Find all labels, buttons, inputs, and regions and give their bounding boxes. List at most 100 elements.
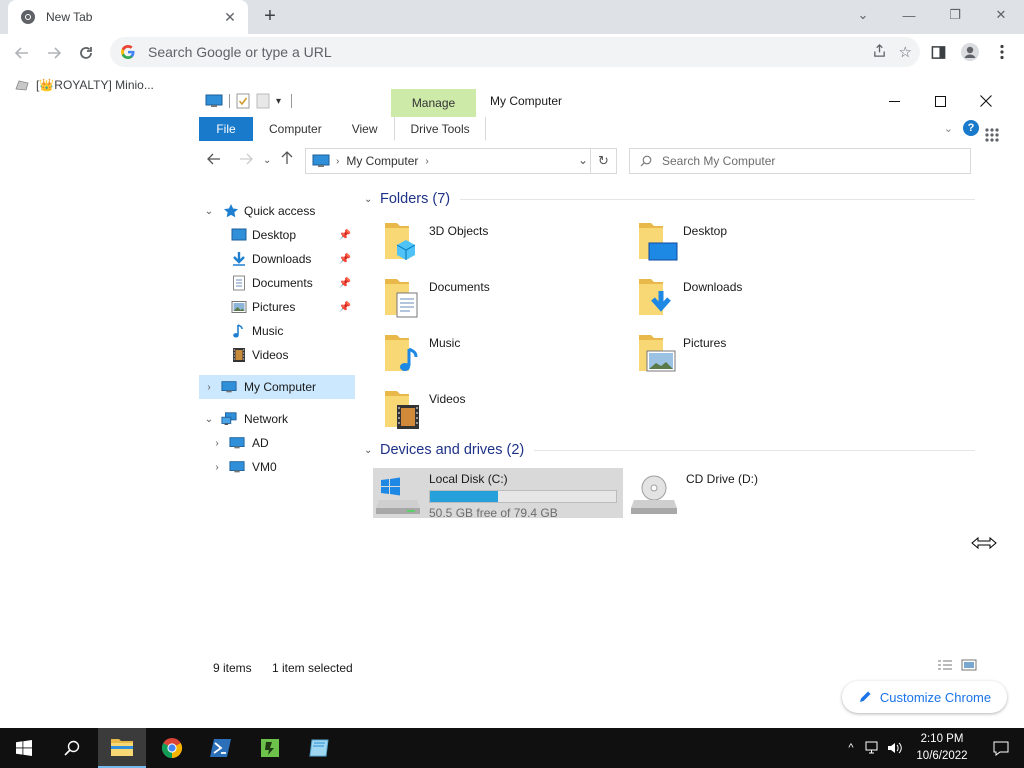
- sidebar-item-pictures[interactable]: Pictures 📌: [199, 295, 355, 319]
- pin-icon[interactable]: 📌: [339, 230, 351, 241]
- apps-grid-icon[interactable]: [985, 128, 999, 145]
- pin-icon[interactable]: 📌: [339, 254, 351, 265]
- start-button[interactable]: [0, 728, 48, 768]
- sidebar-item-network[interactable]: ⌄ Network: [199, 407, 355, 431]
- breadcrumb-chevron-icon[interactable]: ›: [425, 156, 428, 167]
- volume-icon[interactable]: [884, 741, 906, 755]
- collapse-chevron-icon[interactable]: ⌄: [203, 414, 215, 425]
- sidebar-item-ad[interactable]: › AD: [199, 431, 355, 455]
- minimize-icon[interactable]: [871, 87, 917, 115]
- folder-documents[interactable]: Documents: [364, 271, 604, 323]
- folder-pictures[interactable]: Pictures: [618, 327, 858, 379]
- expand-chevron-icon[interactable]: ›: [211, 438, 223, 449]
- help-icon[interactable]: ?: [963, 120, 979, 136]
- recent-locations-icon[interactable]: ⌄: [263, 155, 271, 166]
- sidebar-item-documents[interactable]: Documents 📌: [199, 271, 355, 295]
- close-icon[interactable]: [963, 87, 1009, 115]
- tab-computer[interactable]: Computer: [256, 117, 335, 141]
- collapse-chevron-icon[interactable]: ⌄: [203, 206, 215, 217]
- folder-videos[interactable]: Videos: [364, 383, 604, 435]
- sidebar-item-my-computer[interactable]: › My Computer: [199, 375, 355, 399]
- new-folder-icon[interactable]: [256, 93, 270, 109]
- close-icon[interactable]: ✕: [978, 0, 1024, 30]
- videos-folder-icon: [383, 387, 425, 431]
- folder-music[interactable]: Music: [364, 327, 604, 379]
- pin-icon[interactable]: 📌: [339, 278, 351, 289]
- minimize-icon[interactable]: —: [886, 0, 932, 30]
- collapse-chevron-icon[interactable]: ⌄: [364, 194, 380, 205]
- refresh-icon[interactable]: ↻: [590, 149, 616, 173]
- chrome-menu-icon[interactable]: [988, 38, 1016, 66]
- sidebar-item-quick-access[interactable]: ⌄ Quick access: [199, 199, 355, 223]
- forward-arrow-icon[interactable]: [38, 37, 70, 69]
- network-status-icon[interactable]: [862, 741, 884, 755]
- taskbar-file-explorer[interactable]: [98, 728, 146, 768]
- reload-icon[interactable]: [70, 37, 102, 69]
- collapse-chevron-icon[interactable]: ⌄: [364, 445, 380, 456]
- tab-search-icon[interactable]: ⌄: [840, 0, 886, 30]
- taskbar-app[interactable]: [295, 728, 343, 768]
- taskbar-search-button[interactable]: [48, 728, 96, 768]
- clock[interactable]: 2:10 PM 10/6/2022: [906, 731, 978, 765]
- restore-icon[interactable]: ❐: [932, 0, 978, 30]
- tab-file[interactable]: File: [199, 117, 253, 141]
- pencil-icon: [859, 691, 871, 702]
- drive-local-disk-c[interactable]: Local Disk (C:) 50.5 GB free of 79.4 GB: [373, 468, 623, 520]
- sidebar-item-downloads[interactable]: Downloads 📌: [199, 247, 355, 271]
- tab-close-icon[interactable]: ✕: [222, 9, 238, 25]
- omnibox[interactable]: Search Google or type a URL ☆: [110, 37, 920, 67]
- drive-name: Local Disk (C:): [429, 472, 508, 486]
- address-bar-row: ⌄ › My Computer › ⌄ ↻ Search My Computer: [199, 145, 1009, 177]
- qat-dropdown-icon[interactable]: ▾: [276, 96, 281, 107]
- sidebar-label: My Computer: [244, 380, 317, 394]
- pin-icon[interactable]: 📌: [339, 302, 351, 313]
- tab-view[interactable]: View: [339, 117, 391, 141]
- bookmark-royalty[interactable]: [👑ROYALTY] Minio...: [14, 78, 154, 92]
- forward-arrow-icon[interactable]: [239, 152, 253, 169]
- sidebar-item-desktop[interactable]: Desktop 📌: [199, 223, 355, 247]
- show-hidden-icons-icon[interactable]: ^: [840, 742, 862, 754]
- properties-check-icon[interactable]: [236, 93, 250, 109]
- side-panel-icon[interactable]: [924, 38, 952, 66]
- up-arrow-icon[interactable]: [281, 151, 293, 169]
- folder-downloads[interactable]: Downloads: [618, 271, 858, 323]
- back-arrow-icon[interactable]: [6, 37, 38, 69]
- customize-chrome-button[interactable]: Customize Chrome: [842, 681, 1007, 713]
- large-icons-view-icon[interactable]: [961, 659, 977, 674]
- new-tab-button[interactable]: +: [259, 6, 281, 28]
- clock-date: 10/6/2022: [916, 750, 968, 762]
- share-icon[interactable]: [872, 43, 887, 62]
- taskbar-green-app[interactable]: [246, 728, 294, 768]
- address-dropdown-icon[interactable]: ⌄: [578, 153, 588, 167]
- action-center-icon[interactable]: [978, 740, 1024, 756]
- tab-new-tab[interactable]: New Tab ✕: [8, 0, 248, 34]
- taskbar-powershell[interactable]: [197, 728, 245, 768]
- back-arrow-icon[interactable]: [207, 152, 221, 169]
- search-input[interactable]: Search My Computer: [629, 148, 971, 174]
- window-title: My Computer: [490, 94, 563, 108]
- expand-chevron-icon[interactable]: ›: [211, 462, 223, 473]
- folder-3d-objects[interactable]: 3D Objects: [364, 215, 604, 267]
- folder-desktop[interactable]: Desktop: [618, 215, 858, 267]
- sidebar-item-vm0[interactable]: › VM0: [199, 455, 355, 479]
- taskbar-chrome[interactable]: [148, 728, 196, 768]
- breadcrumb-my-computer[interactable]: My Computer: [346, 154, 418, 168]
- disk-usage-fill: [430, 491, 498, 502]
- tab-drive-tools[interactable]: Drive Tools: [394, 117, 486, 141]
- expand-chevron-icon[interactable]: ›: [203, 382, 215, 393]
- sidebar-label: Quick access: [244, 204, 316, 218]
- folders-group-header[interactable]: ⌄ Folders (7): [364, 191, 975, 207]
- expand-ribbon-icon[interactable]: ⌄: [944, 122, 953, 135]
- maximize-icon[interactable]: [917, 87, 963, 115]
- drive-cd-d[interactable]: CD Drive (D:): [630, 468, 830, 518]
- bookmark-star-icon[interactable]: ☆: [899, 43, 912, 62]
- details-view-icon[interactable]: [937, 659, 953, 674]
- sidebar-item-videos[interactable]: Videos: [199, 343, 355, 367]
- address-box[interactable]: › My Computer › ⌄ ↻: [305, 148, 617, 174]
- profile-avatar-icon[interactable]: [956, 38, 984, 66]
- sidebar-item-music[interactable]: Music: [199, 319, 355, 343]
- breadcrumb-chevron-icon[interactable]: ›: [336, 156, 339, 167]
- manage-contextual-tab[interactable]: Manage: [391, 89, 476, 117]
- drive-free-space: 50.5 GB free of 79.4 GB: [429, 506, 558, 520]
- drives-group-header[interactable]: ⌄ Devices and drives (2): [364, 442, 975, 458]
